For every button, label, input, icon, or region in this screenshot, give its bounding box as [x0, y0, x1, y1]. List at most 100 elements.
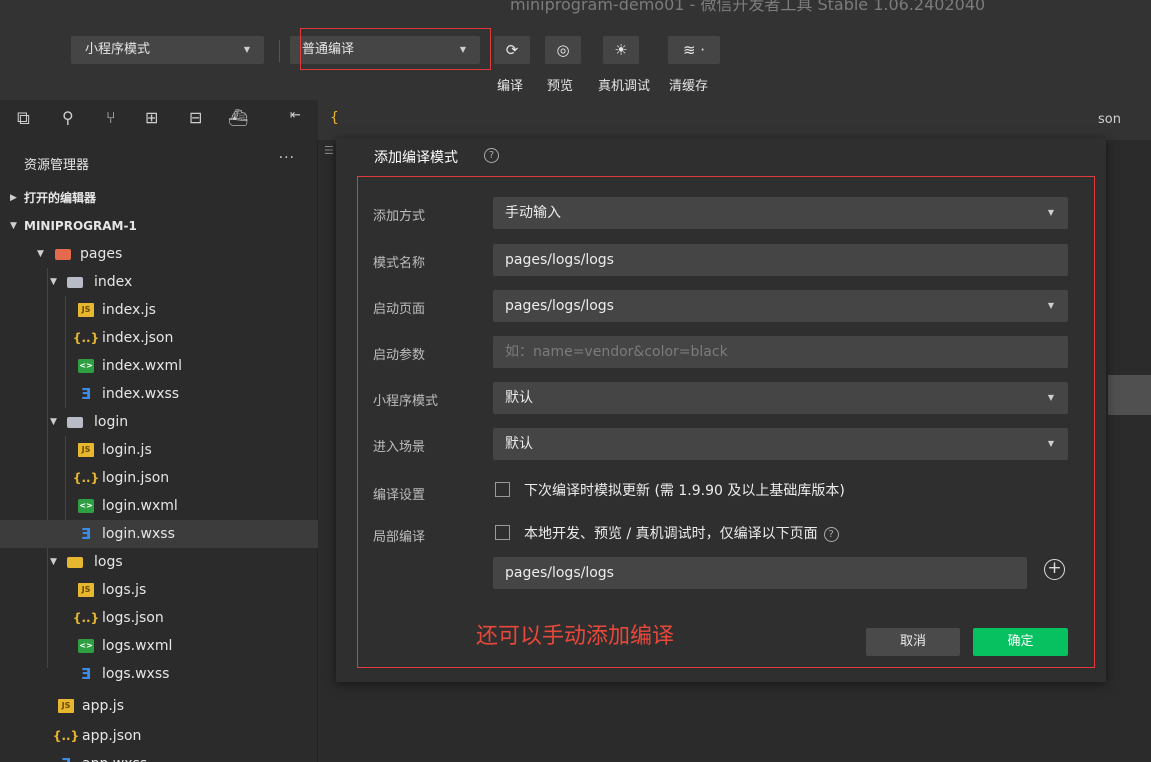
tree-item-label: logs.js	[102, 582, 147, 598]
compile-select-value: 普通编译	[302, 42, 355, 57]
folder-icon	[67, 277, 83, 288]
partial-page-value: pages/logs/logs	[505, 565, 614, 581]
tree-item-file-selected[interactable]: Ǝ login.wxss	[0, 520, 318, 548]
json-file-icon: {..}	[52, 729, 80, 743]
tree-item-file[interactable]: Ǝ logs.wxss	[0, 660, 318, 688]
folder-icon	[55, 249, 71, 260]
partial-page-input[interactable]: pages/logs/logs	[493, 557, 1027, 589]
start-params-label: 启动参数	[373, 348, 426, 363]
js-file-icon: JS	[78, 583, 94, 597]
tree-item-label: app.js	[82, 698, 124, 714]
scene-label: 进入场景	[373, 440, 426, 455]
partial-compile-checkbox[interactable]	[495, 525, 510, 540]
partial-compile-text[interactable]: 本地开发、预览 / 真机调试时，仅编译以下页面?	[524, 523, 839, 543]
preview-label[interactable]: 预览	[547, 75, 573, 94]
layout-icon[interactable]: ⊟	[189, 108, 202, 127]
tree-item-pages[interactable]: ▼ pages	[0, 240, 318, 268]
tree-item-label: login.js	[102, 442, 152, 458]
mp-mode-value: 默认	[505, 390, 533, 406]
tree-item-file[interactable]: JS login.js	[0, 436, 318, 464]
more-icon[interactable]: ···	[279, 150, 295, 166]
tree-item-label: login.wxml	[102, 498, 178, 514]
confirm-button[interactable]: 确定	[973, 628, 1068, 656]
add-method-select[interactable]: 手动输入 ▼	[493, 197, 1068, 229]
tree-item-file[interactable]: JS index.js	[0, 296, 318, 324]
clear-cache-button[interactable]: ≋ ·	[668, 36, 720, 64]
mode-name-input[interactable]: pages/logs/logs	[493, 244, 1068, 276]
compile-settings-label: 编译设置	[373, 488, 426, 503]
start-page-select[interactable]: pages/logs/logs ▼	[493, 290, 1068, 322]
annotation-text: 还可以手动添加编译	[476, 624, 675, 649]
tree-item-file[interactable]: <> login.wxml	[0, 492, 318, 520]
project-section[interactable]: ▼ MINIPROGRAM-1	[0, 212, 318, 240]
mode-name-value: pages/logs/logs	[505, 252, 614, 268]
tree-item-label: app.json	[82, 728, 142, 744]
tree-item-label: index.json	[102, 330, 174, 346]
start-params-placeholder: 如：name=vendor&color=black	[505, 344, 728, 360]
add-compile-mode-dialog: 添加编译模式 ? 添加方式 手动输入 ▼ 模式名称 pages/logs/log…	[336, 138, 1106, 682]
extensions-icon[interactable]: ⊞	[145, 108, 158, 127]
tree-item-file[interactable]: <> index.wxml	[0, 352, 318, 380]
simulate-update-label[interactable]: 下次编译时模拟更新 (需 1.9.90 及以上基础库版本)	[524, 480, 845, 500]
wxss-file-icon: Ǝ	[58, 755, 74, 762]
json-file-icon: {	[330, 110, 339, 126]
tree-item-file[interactable]: Ǝ app.wxss	[0, 750, 318, 762]
activity-bar: ⧉ ⚲ ⑂ ⊞ ⊟ ⛴ ⇤	[0, 100, 318, 140]
clear-cache-label[interactable]: 清缓存	[669, 75, 708, 94]
simulate-update-checkbox[interactable]	[495, 482, 510, 497]
tree-item-label: index.wxss	[102, 386, 180, 402]
compile-select[interactable]: 普通编译 ▼	[290, 36, 480, 64]
mode-name-label: 模式名称	[373, 256, 426, 271]
help-icon[interactable]: ?	[823, 527, 839, 542]
remote-debug-button[interactable]: ☀	[603, 36, 639, 64]
wxss-file-icon: Ǝ	[80, 385, 92, 403]
tree-item-file[interactable]: {..} logs.json	[0, 604, 318, 632]
files-icon[interactable]: ⧉	[17, 108, 30, 129]
scene-select[interactable]: 默认 ▼	[493, 428, 1068, 460]
tree-item-file[interactable]: {..} index.json	[0, 324, 318, 352]
mode-select[interactable]: 小程序模式 ▼	[71, 36, 264, 64]
tree-item-logs-folder[interactable]: ▼ logs	[0, 548, 318, 576]
collapse-panel-icon[interactable]: ⇤	[290, 108, 301, 123]
cancel-button[interactable]: 取消	[866, 628, 960, 656]
editor-tab-fragment[interactable]: son	[1098, 112, 1121, 127]
wxml-file-icon: <>	[78, 639, 94, 653]
mp-mode-select[interactable]: 默认 ▼	[493, 382, 1068, 414]
open-editors-label: 打开的编辑器	[24, 191, 97, 205]
docker-icon[interactable]: ⛴	[228, 108, 248, 127]
tree-item-file[interactable]: Ǝ index.wxss	[0, 380, 318, 408]
compile-label[interactable]: 编译	[497, 75, 523, 94]
tree-item-file[interactable]: {..} login.json	[0, 464, 318, 492]
explorer-panel: 资源管理器 ··· ▶ 打开的编辑器 ▼ MINIPROGRAM-1 ▼ pag…	[0, 140, 318, 762]
open-editors-section[interactable]: ▶ 打开的编辑器	[0, 184, 318, 212]
help-icon[interactable]: ?	[484, 148, 499, 163]
tree-item-label: login.wxss	[102, 526, 175, 542]
chevron-down-icon: ▼	[50, 277, 57, 287]
tree-item-label: index.js	[102, 302, 156, 318]
tree-item-index-folder[interactable]: ▼ index	[0, 268, 318, 296]
tree-item-file[interactable]: JS app.js	[0, 692, 318, 720]
source-control-icon[interactable]: ⑂	[106, 108, 116, 127]
start-params-input[interactable]: 如：name=vendor&color=black	[493, 336, 1068, 368]
tree-item-file[interactable]: {..} app.json	[0, 722, 318, 750]
compile-button[interactable]: ⟳	[494, 36, 530, 64]
js-file-icon: JS	[78, 443, 94, 457]
remote-debug-label[interactable]: 真机调试	[598, 75, 650, 94]
tree-item-label: logs.json	[102, 610, 164, 626]
search-icon[interactable]: ⚲	[62, 108, 74, 127]
wxml-file-icon: <>	[78, 499, 94, 513]
chevron-down-icon: ▼	[50, 417, 57, 427]
tree-item-file[interactable]: <> logs.wxml	[0, 632, 318, 660]
js-file-icon: JS	[78, 303, 94, 317]
add-page-button[interactable]: +	[1044, 559, 1065, 580]
json-file-icon: {..}	[72, 471, 100, 485]
tree-item-label: app.wxss	[82, 750, 147, 762]
refresh-icon: ⟳	[505, 41, 519, 59]
tree-item-login-folder[interactable]: ▼ login	[0, 408, 318, 436]
chevron-down-icon: ▼	[10, 221, 17, 231]
tree-item-file[interactable]: JS logs.js	[0, 576, 318, 604]
preview-button[interactable]: ◎	[545, 36, 581, 64]
dialog-title: 添加编译模式	[374, 150, 458, 166]
chevron-down-icon: ▼	[1047, 393, 1054, 402]
toolbar-divider	[279, 40, 280, 62]
